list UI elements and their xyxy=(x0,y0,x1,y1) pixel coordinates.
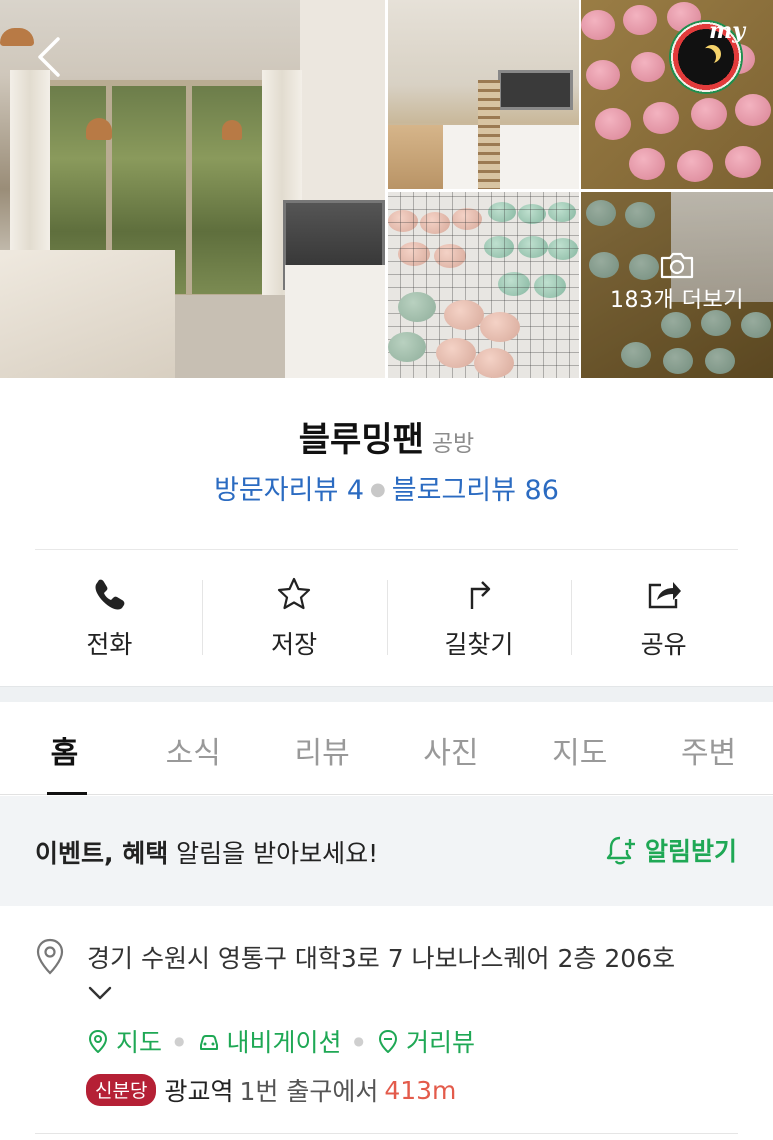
tab-reviews[interactable]: 리뷰 xyxy=(258,702,387,794)
my-place-badge[interactable]: my xyxy=(669,20,743,94)
map-pin-icon xyxy=(86,1029,110,1053)
place-name: 블루밍팬 xyxy=(299,420,424,460)
tab-bar: 홈 소식 리뷰 사진 지도 주변 xyxy=(0,702,773,795)
navigation-link[interactable]: 내비게이션 xyxy=(197,1023,342,1059)
notification-banner: 이벤트, 혜택 알림을 받아보세요! 알림받기 xyxy=(0,796,773,906)
save-label: 저장 xyxy=(271,625,317,661)
share-icon xyxy=(645,575,683,613)
directions-label: 길찾기 xyxy=(444,625,513,661)
place-category: 공방 xyxy=(432,431,474,457)
location-pin-icon xyxy=(35,938,65,976)
save-button[interactable]: 저장 xyxy=(202,565,387,665)
station-exit-text: 1번 출구에서 xyxy=(239,1072,378,1108)
share-button[interactable]: 공유 xyxy=(571,565,756,665)
camera-icon xyxy=(659,250,695,280)
navigation-link-label: 내비게이션 xyxy=(227,1023,342,1059)
station-distance: 413m xyxy=(384,1076,456,1105)
back-button[interactable] xyxy=(30,35,70,79)
subscribe-alert-label: 알림받기 xyxy=(645,832,737,868)
tab-news[interactable]: 소식 xyxy=(129,702,258,794)
notification-message-bold: 이벤트, 혜택 xyxy=(35,839,168,868)
address-text: 경기 수원시 영통구 대학3로 7 나보나스퀘어 2층 206호 xyxy=(87,939,675,975)
chevron-left-icon xyxy=(30,35,70,79)
tab-map[interactable]: 지도 xyxy=(515,702,644,794)
section-gap xyxy=(0,686,773,702)
my-badge-label: my xyxy=(709,18,745,44)
tab-nearby[interactable]: 주변 xyxy=(644,702,773,794)
divider xyxy=(35,549,738,550)
notification-message-rest: 알림을 받아보세요! xyxy=(168,839,378,868)
star-icon xyxy=(275,575,313,613)
moon-icon xyxy=(698,48,716,66)
tab-home[interactable]: 홈 xyxy=(0,702,129,794)
share-label: 공유 xyxy=(641,625,687,661)
photo-gallery: my 183개 더보기 xyxy=(0,0,773,378)
bell-plus-icon xyxy=(605,833,639,867)
street-view-link-label: 거리뷰 xyxy=(406,1023,475,1059)
review-counts: 방문자리뷰 4 ● 블로그리뷰 86 xyxy=(0,468,773,507)
visitor-reviews-link[interactable]: 방문자리뷰 4 xyxy=(214,475,364,506)
notification-message: 이벤트, 혜택 알림을 받아보세요! xyxy=(35,834,378,870)
action-bar: 전화 저장 길찾기 공유 xyxy=(17,565,756,665)
photo-macarons-rack[interactable] xyxy=(388,192,579,378)
street-view-link[interactable]: 거리뷰 xyxy=(376,1023,475,1059)
place-title: 블루밍팬 공방 xyxy=(0,412,773,461)
call-button[interactable]: 전화 xyxy=(17,565,202,665)
more-photos-button[interactable]: 183개 더보기 xyxy=(581,250,773,314)
photo-kitchen[interactable] xyxy=(388,0,579,189)
location-links: 지도 ● 내비게이션 ● 거리뷰 xyxy=(86,1023,475,1059)
chevron-down-icon[interactable] xyxy=(87,983,113,1003)
call-label: 전화 xyxy=(86,625,132,661)
separator-dot: ● xyxy=(354,1034,364,1048)
divider xyxy=(35,1133,738,1134)
subway-line-badge: 신분당 xyxy=(86,1074,156,1106)
directions-button[interactable]: 길찾기 xyxy=(387,565,572,665)
separator-dot: ● xyxy=(370,479,386,500)
map-link[interactable]: 지도 xyxy=(86,1023,162,1059)
more-photos-label: 183개 더보기 xyxy=(610,288,744,313)
tab-photos[interactable]: 사진 xyxy=(386,702,515,794)
map-link-label: 지도 xyxy=(116,1023,162,1059)
phone-icon xyxy=(90,575,128,613)
separator-dot: ● xyxy=(174,1034,184,1048)
navigation-car-icon xyxy=(197,1029,221,1053)
station-name: 광교역 xyxy=(164,1072,233,1108)
subscribe-alert-button[interactable]: 알림받기 xyxy=(605,832,737,868)
directions-icon xyxy=(460,575,498,613)
street-view-icon xyxy=(376,1029,400,1053)
nearby-station: 신분당 광교역 1번 출구에서 413m xyxy=(86,1072,456,1108)
blog-reviews-link[interactable]: 블로그리뷰 86 xyxy=(392,475,559,506)
